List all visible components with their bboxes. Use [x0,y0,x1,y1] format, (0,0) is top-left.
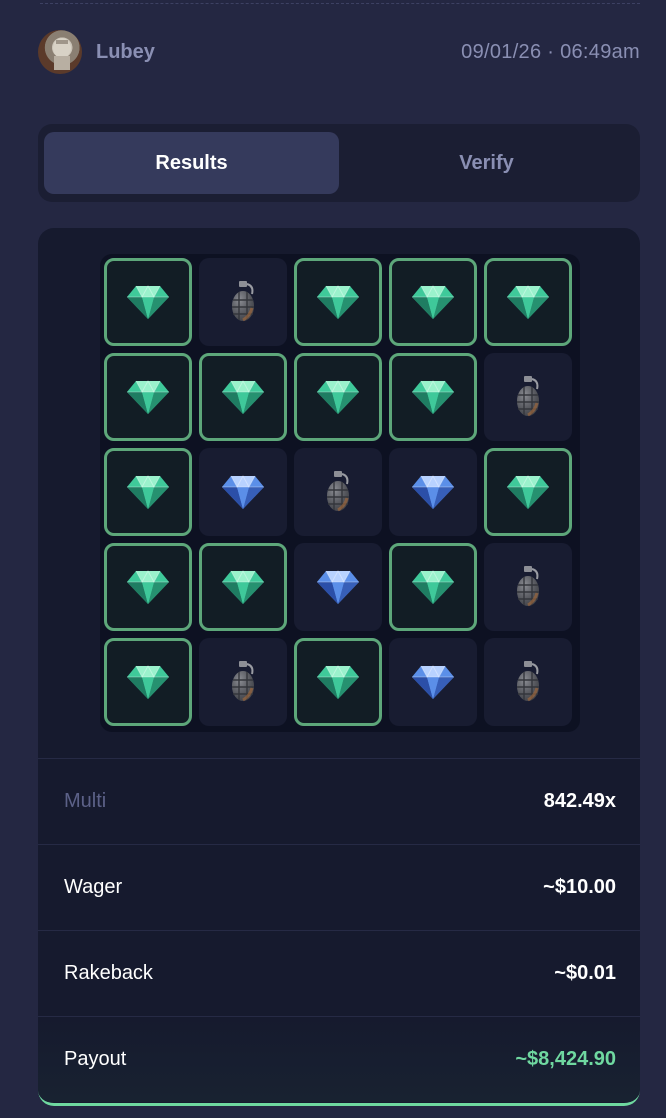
board-tile-19 [389,543,477,631]
results-panel: Multi 842.49x Wager ~$10.00 Rakeback ~$0… [38,228,640,1106]
blue-gem-icon [411,664,455,700]
green-gem-icon [506,474,550,510]
board-tile-9 [389,353,477,441]
board-tile-10 [484,353,572,441]
payout-value: ~$8,424.90 [515,1048,616,1070]
board-tile-8 [294,353,382,441]
green-gem-icon [221,569,265,605]
board-tile-16 [104,543,192,631]
board-tile-11 [104,448,192,536]
grenade-icon [228,660,258,704]
grenade-icon [323,470,353,514]
username[interactable]: Lubey [96,41,155,64]
board-tile-12 [199,448,287,536]
board-tile-15 [484,448,572,536]
grenade-icon [228,280,258,324]
green-gem-icon [506,284,550,320]
wager-label: Wager [64,876,123,898]
top-divider [40,3,640,4]
board-tile-23 [294,638,382,726]
board-tile-14 [389,448,477,536]
grenade-icon [513,660,543,704]
green-gem-icon [316,664,360,700]
green-gem-icon [221,379,265,415]
rakeback-value: ~$0.01 [554,962,616,984]
green-gem-icon [316,284,360,320]
stat-row-rakeback: Rakeback ~$0.01 [38,930,640,1016]
tab-verify[interactable]: Verify [339,132,634,194]
stat-row-payout: Payout ~$8,424.90 [38,1016,640,1102]
user-row: Lubey 09/01/26 · 06:49am [38,28,640,76]
green-gem-icon [411,569,455,605]
green-gem-icon [126,569,170,605]
board-tile-20 [484,543,572,631]
board-tile-21 [104,638,192,726]
stat-row-multi: Multi 842.49x [38,758,640,844]
grenade-icon [513,375,543,419]
wager-value: ~$10.00 [543,876,616,898]
board-tile-22 [199,638,287,726]
board-tile-25 [484,638,572,726]
board-tile-4 [389,258,477,346]
bet-stats: Multi 842.49x Wager ~$10.00 Rakeback ~$0… [38,758,640,1102]
bet-timestamp: 09/01/26 · 06:49am [461,40,640,63]
board-tile-18 [294,543,382,631]
green-gem-icon [411,284,455,320]
green-gem-icon [126,664,170,700]
tab-results[interactable]: Results [44,132,339,194]
board-tile-13 [294,448,382,536]
grenade-icon [513,565,543,609]
stat-row-wager: Wager ~$10.00 [38,844,640,930]
blue-gem-icon [221,474,265,510]
board-tile-3 [294,258,382,346]
results-verify-tabs: Results Verify [38,124,640,202]
board-tile-5 [484,258,572,346]
green-gem-icon [126,284,170,320]
board-tile-1 [104,258,192,346]
board-tile-6 [104,353,192,441]
board-tile-7 [199,353,287,441]
board-tile-17 [199,543,287,631]
green-gem-icon [316,379,360,415]
green-gem-icon [126,379,170,415]
user-avatar [38,30,82,74]
green-gem-icon [411,379,455,415]
rakeback-label: Rakeback [64,962,153,984]
blue-gem-icon [411,474,455,510]
green-gem-icon [126,474,170,510]
board-tile-24 [389,638,477,726]
payout-label: Payout [64,1048,127,1070]
board-tile-2 [199,258,287,346]
multi-value: 842.49x [543,790,616,812]
blue-gem-icon [316,569,360,605]
multi-label: Multi [64,790,107,812]
mines-board [100,254,580,732]
